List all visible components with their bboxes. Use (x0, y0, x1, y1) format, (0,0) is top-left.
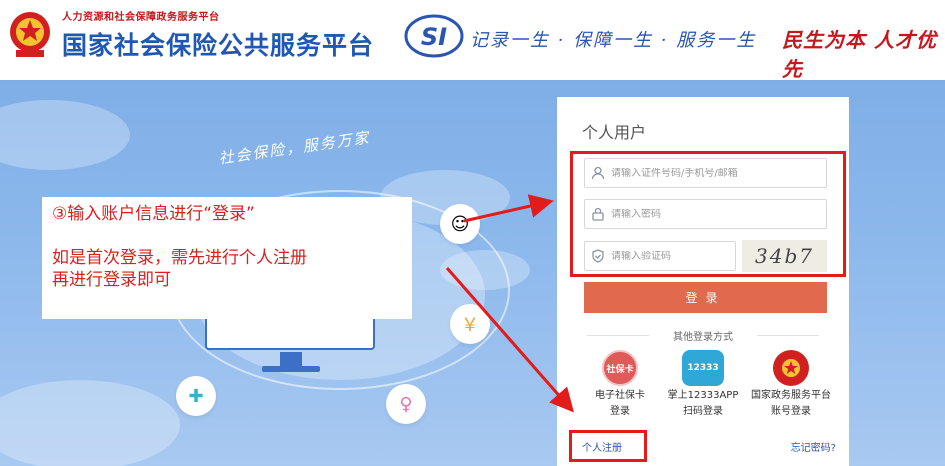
arrow-to-credentials (463, 194, 554, 223)
annotation-arrows (445, 194, 574, 413)
arrow-to-register (445, 267, 574, 413)
